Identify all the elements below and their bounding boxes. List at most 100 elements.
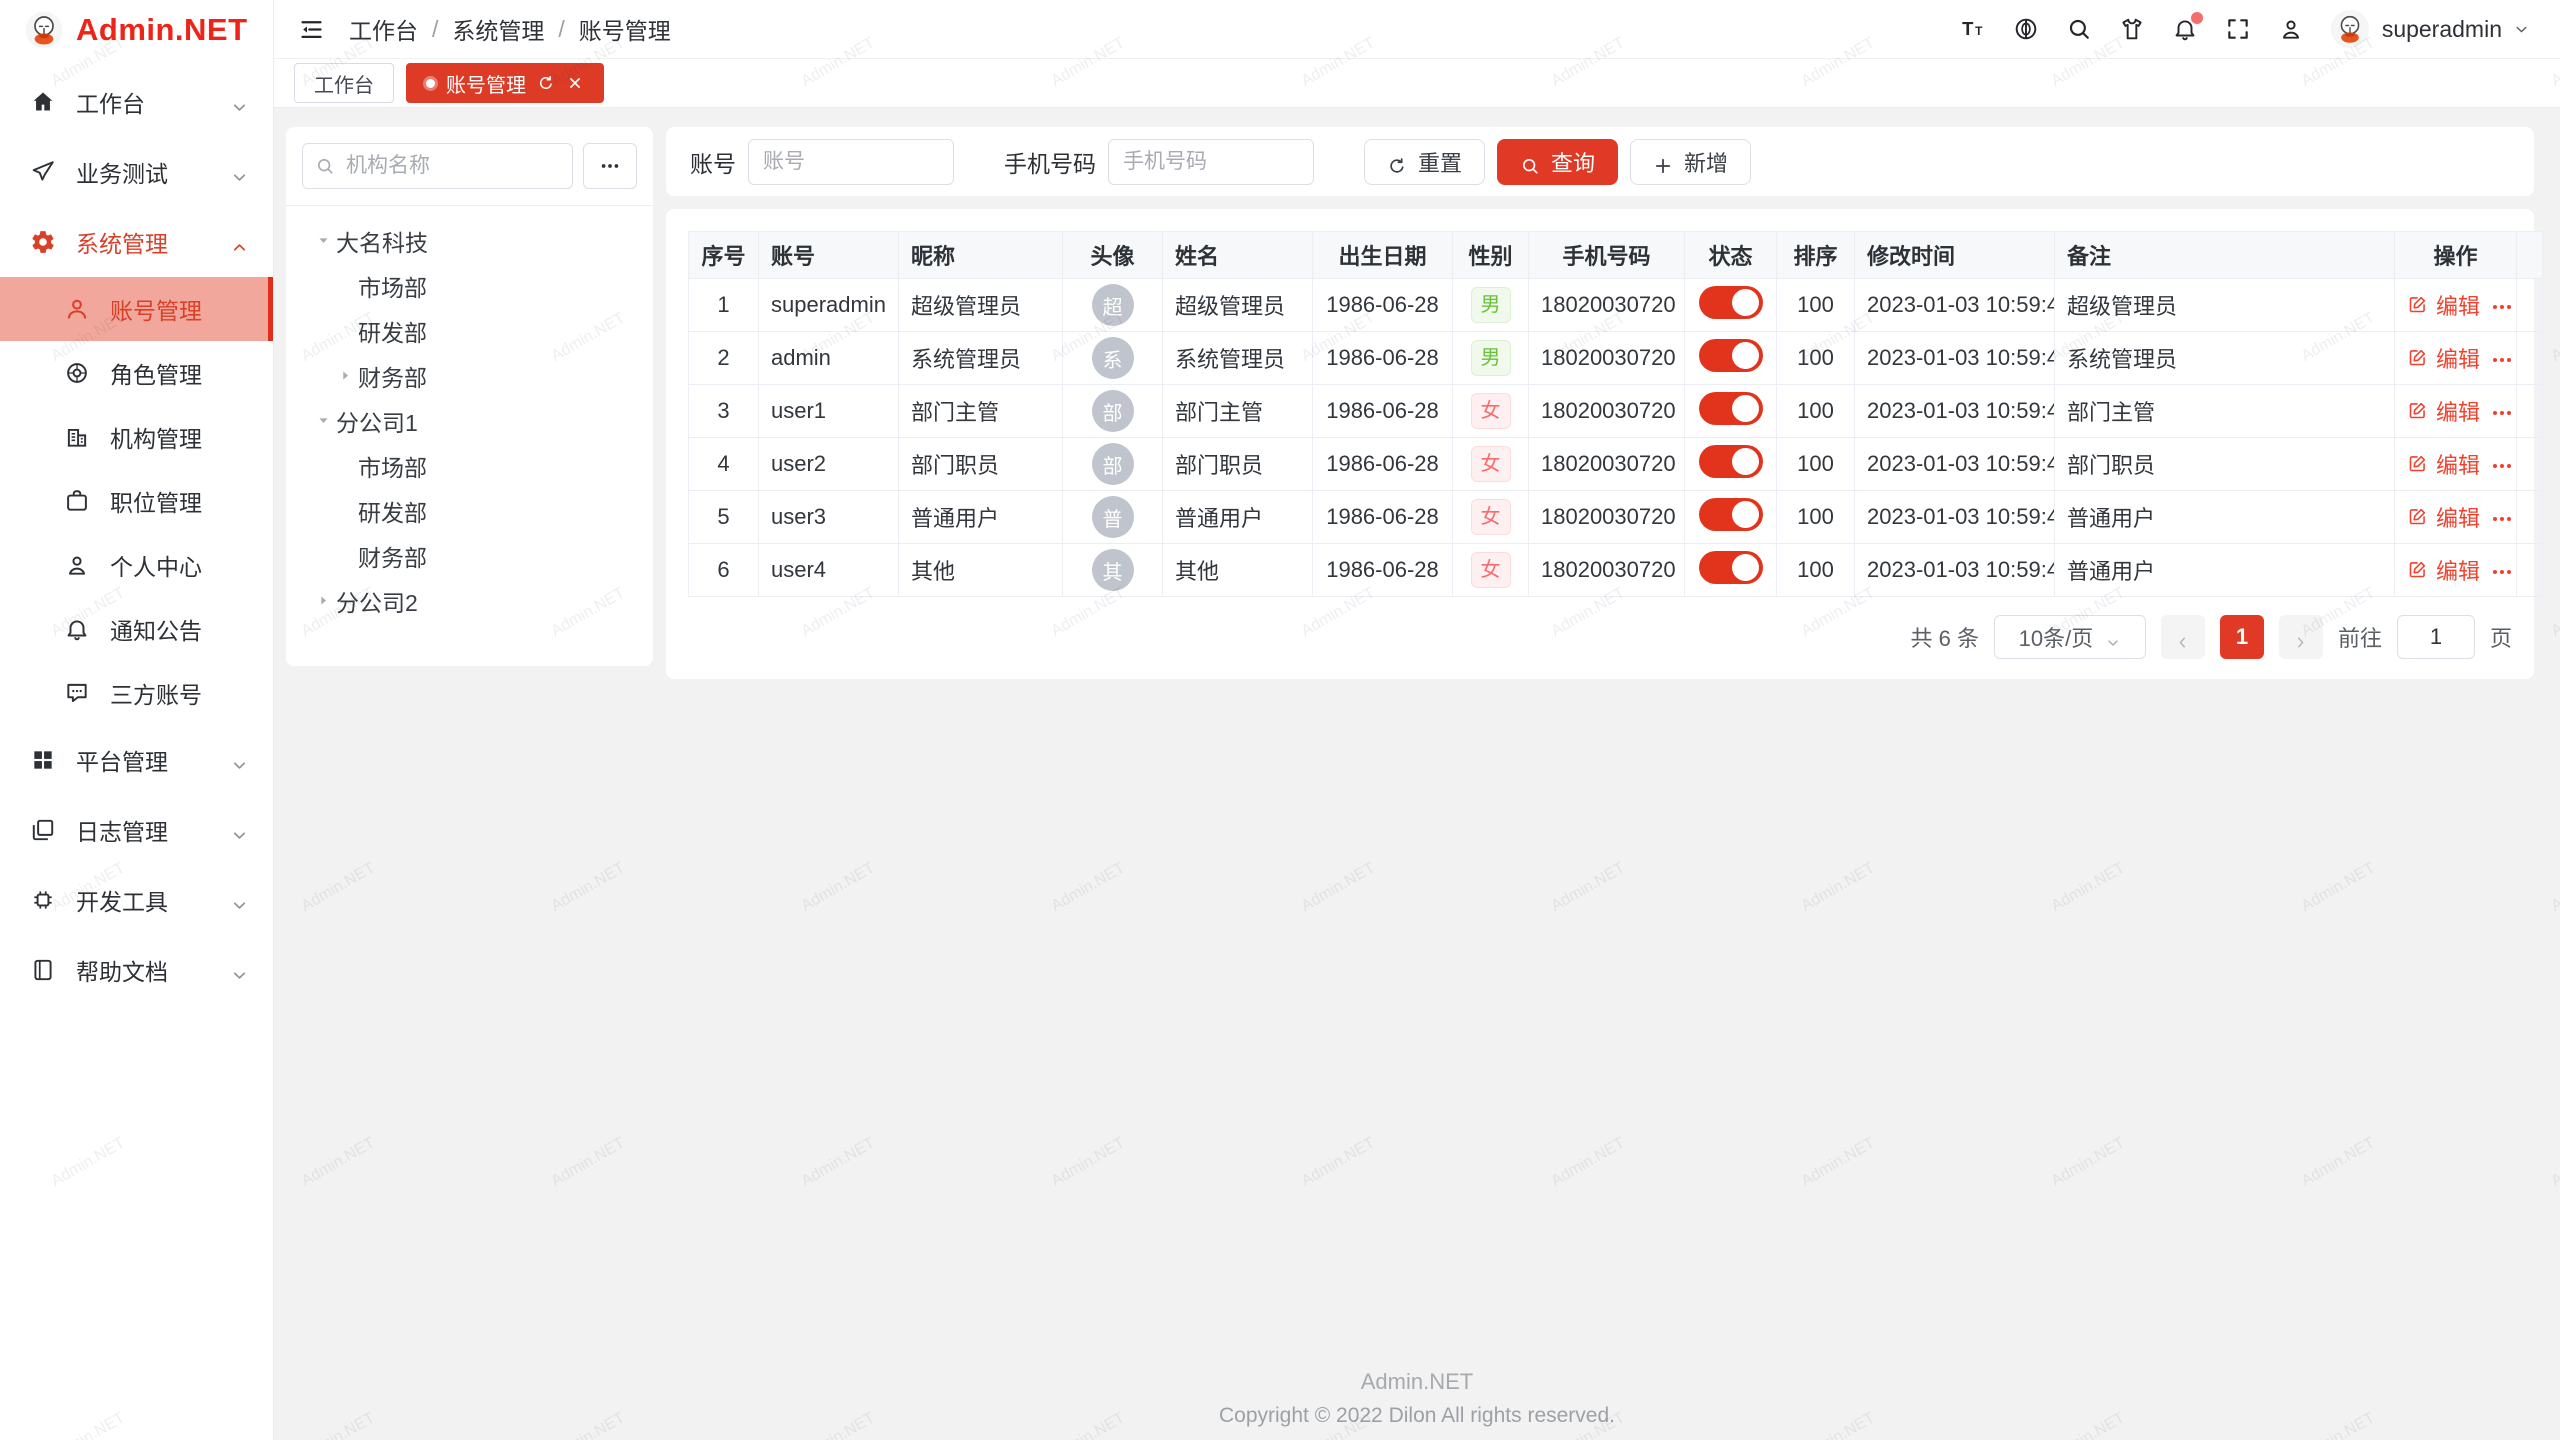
sidebar-subitem[interactable]: 通知公告 [0, 597, 273, 661]
font-size-button[interactable]: TT [1960, 16, 1986, 42]
current-page-button[interactable]: 1 [2220, 615, 2264, 659]
edit-button[interactable]: 编辑 [2407, 395, 2480, 427]
tree-node[interactable]: 分公司2 [302, 578, 637, 623]
search-icon [2066, 16, 2092, 42]
tree-node[interactable]: 分公司1 [302, 398, 637, 443]
row-more-button[interactable] [2490, 399, 2514, 423]
sidebar-subitem[interactable]: 角色管理 [0, 341, 273, 405]
tree-node[interactable]: 研发部 [302, 308, 637, 353]
chevron-down-icon[interactable] [2513, 21, 2530, 38]
sidebar-item[interactable]: 帮助文档 [0, 935, 273, 1005]
cell-nickname: 其他 [899, 544, 1063, 597]
topbar-actions: TT superadmin [1960, 10, 2530, 48]
tree-node-label: 大名科技 [336, 224, 428, 258]
table-row[interactable]: 3user1部门主管部部门主管1986-06-28女18020030720100… [689, 385, 2543, 438]
cell-avatar: 其 [1063, 544, 1163, 597]
sidebar-subitem[interactable]: 机构管理 [0, 405, 273, 469]
tab[interactable]: 工作台 [294, 63, 394, 103]
tree-node[interactable]: 财务部 [302, 353, 637, 398]
gender-badge: 男 [1471, 340, 1511, 376]
add-button[interactable]: 新增 [1630, 139, 1751, 185]
sidebar-item[interactable]: 工作台 [0, 67, 273, 137]
cell-remark: 超级管理员 [2055, 279, 2395, 332]
sidebar-item[interactable]: 开发工具 [0, 865, 273, 935]
language-button[interactable] [2013, 16, 2039, 42]
tree-node[interactable]: 大名科技 [302, 218, 637, 263]
sidebar-item[interactable]: 系统管理 [0, 207, 273, 277]
table-header-row: 序号账号昵称头像姓名出生日期性别手机号码状态排序修改时间备注操作 [689, 232, 2543, 279]
sidebar-subitem[interactable]: 职位管理 [0, 469, 273, 533]
accounts-table-card: 序号账号昵称头像姓名出生日期性别手机号码状态排序修改时间备注操作1superad… [666, 209, 2534, 679]
cell-phone: 18020030720 [1529, 385, 1685, 438]
fullscreen-button[interactable] [2225, 16, 2251, 42]
goto-page-input[interactable] [2397, 615, 2475, 659]
tree-caret-expanded[interactable] [310, 410, 336, 432]
refresh-icon[interactable] [537, 74, 555, 92]
status-toggle[interactable] [1699, 339, 1763, 372]
edit-button[interactable]: 编辑 [2407, 448, 2480, 480]
row-more-button[interactable] [2490, 452, 2514, 476]
status-toggle[interactable] [1699, 286, 1763, 319]
phone-input[interactable] [1121, 149, 1301, 175]
column-header: 昵称 [899, 232, 1063, 279]
table-row[interactable]: 4user2部门职员部部门职员1986-06-28女18020030720100… [689, 438, 2543, 491]
breadcrumb-item[interactable]: 系统管理 [452, 12, 544, 46]
sidebar-item[interactable]: 业务测试 [0, 137, 273, 207]
sidebar-subitem[interactable]: 账号管理 [0, 277, 273, 341]
cell-gender: 女 [1453, 438, 1529, 491]
prev-page-button[interactable] [2161, 615, 2205, 659]
search-button[interactable] [2066, 16, 2092, 42]
user-name[interactable]: superadmin [2382, 16, 2502, 43]
search-button[interactable]: 查询 [1497, 139, 1618, 185]
tree-node[interactable]: 市场部 [302, 443, 637, 488]
table-row[interactable]: 5user3普通用户普普通用户1986-06-28女18020030720100… [689, 491, 2543, 544]
edit-button[interactable]: 编辑 [2407, 501, 2480, 533]
theme-icon [2119, 16, 2145, 42]
status-toggle[interactable] [1699, 392, 1763, 425]
tab-active[interactable]: 账号管理 [406, 63, 604, 103]
edit-button[interactable]: 编辑 [2407, 342, 2480, 374]
row-more-button[interactable] [2490, 558, 2514, 582]
table-row[interactable]: 6user4其他其其他1986-06-28女180200307201002023… [689, 544, 2543, 597]
footer-title: Admin.NET [274, 1369, 2560, 1395]
status-toggle[interactable] [1699, 445, 1763, 478]
sidebar-subitem[interactable]: 三方账号 [0, 661, 273, 725]
user-avatar[interactable] [2331, 10, 2369, 48]
breadcrumb-item[interactable]: 账号管理 [579, 12, 671, 46]
close-icon[interactable] [566, 74, 584, 92]
table-row[interactable]: 2admin系统管理员系系统管理员1986-06-28男180200307201… [689, 332, 2543, 385]
row-more-button[interactable] [2490, 505, 2514, 529]
page-size-select[interactable]: 10条/页 [1994, 615, 2146, 659]
tree-caret-collapsed[interactable] [332, 365, 358, 387]
tree-caret-collapsed[interactable] [310, 590, 336, 612]
tree-caret-expanded[interactable] [310, 230, 336, 252]
org-search-input[interactable] [344, 153, 560, 179]
org-more-button[interactable] [583, 143, 637, 189]
refresh-icon [1387, 152, 1407, 172]
reset-button[interactable]: 重置 [1364, 139, 1485, 185]
table-row[interactable]: 1superadmin超级管理员超超级管理员1986-06-28男1802003… [689, 279, 2543, 332]
next-page-button[interactable] [2279, 615, 2323, 659]
status-toggle[interactable] [1699, 498, 1763, 531]
row-more-button[interactable] [2490, 293, 2514, 317]
profile-button[interactable] [2278, 16, 2304, 42]
tree-node[interactable]: 研发部 [302, 488, 637, 533]
sidebar-item[interactable]: 平台管理 [0, 725, 273, 795]
tree-node[interactable]: 市场部 [302, 263, 637, 308]
theme-button[interactable] [2119, 16, 2145, 42]
tree-node[interactable]: 财务部 [302, 533, 637, 578]
cell-phone: 18020030720 [1529, 491, 1685, 544]
status-toggle[interactable] [1699, 551, 1763, 584]
sidebar-item[interactable]: 日志管理 [0, 795, 273, 865]
logo[interactable]: Admin.NET [0, 0, 273, 59]
account-input[interactable] [761, 149, 941, 175]
notification-button[interactable] [2172, 16, 2198, 42]
breadcrumb-item[interactable]: 工作台 [349, 12, 418, 46]
row-more-button[interactable] [2490, 346, 2514, 370]
sidebar-subitem[interactable]: 个人中心 [0, 533, 273, 597]
edit-button[interactable]: 编辑 [2407, 289, 2480, 321]
edit-button[interactable]: 编辑 [2407, 554, 2480, 586]
collapse-menu-icon[interactable] [298, 16, 325, 43]
sidebar-subitem-label: 职位管理 [110, 484, 249, 518]
chevron-left-icon [2174, 629, 2191, 646]
